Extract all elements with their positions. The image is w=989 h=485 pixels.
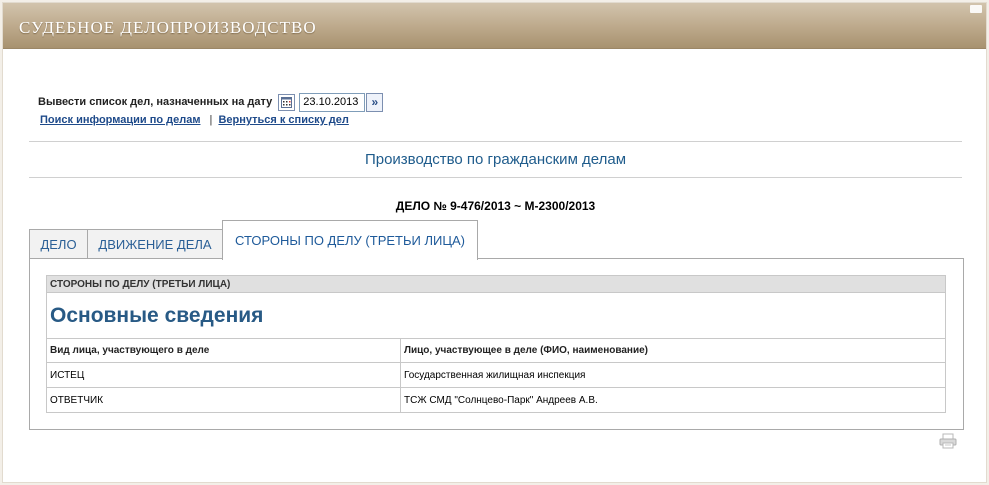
case-number: ДЕЛО № 9-476/2013 ~ М-2300/2013 xyxy=(395,199,596,213)
column-header-party-type: Вид лица, участвующего в деле xyxy=(46,338,401,363)
table-caption: СТОРОНЫ ПО ДЕЛУ (ТРЕТЬИ ЛИЦА) xyxy=(46,275,946,293)
nav-links: Поиск информации по делам | Вернуться к … xyxy=(40,114,349,126)
party-type-cell: ОТВЕТЧИК xyxy=(46,387,401,413)
back-to-list-link[interactable]: Вернуться к списку дел xyxy=(218,114,348,126)
page-frame: СУДЕБНОЕ ДЕЛОПРОИЗВОДСТВО Вывести список… xyxy=(2,2,987,483)
tab-case-movement-label: ДВИЖЕНИЕ ДЕЛА xyxy=(98,237,212,252)
tab-case-label: ДЕЛО xyxy=(40,237,77,252)
link-separator: | xyxy=(209,114,213,126)
double-chevron-right-icon: » xyxy=(371,95,379,109)
table-row: ИСТЕЦ Государственная жилищная инспекция xyxy=(46,362,946,388)
calendar-icon[interactable] xyxy=(278,93,296,111)
party-type-cell: ИСТЕЦ xyxy=(46,362,401,388)
divider-top xyxy=(29,141,962,142)
tab-parties-label: СТОРОНЫ ПО ДЕЛУ (ТРЕТЬИ ЛИЦА) xyxy=(235,233,465,248)
tab-case[interactable]: ДЕЛО xyxy=(29,229,88,259)
header-corner-decoration xyxy=(970,5,982,13)
search-cases-link[interactable]: Поиск информации по делам xyxy=(40,114,200,126)
divider-bottom xyxy=(29,177,962,178)
go-button[interactable]: » xyxy=(366,92,384,112)
table-row: ОТВЕТЧИК ТСЖ СМД "Солнцево-Парк" Андреев… xyxy=(46,387,946,413)
parties-panel: СТОРОНЫ ПО ДЕЛУ (ТРЕТЬИ ЛИЦА) Основные с… xyxy=(29,258,964,430)
main-info-heading: Основные сведения xyxy=(46,292,946,339)
party-name-cell: ТСЖ СМД "Солнцево-Парк" Андреев А.В. xyxy=(400,387,946,413)
date-filter-label: Вывести список дел, назначенных на дату xyxy=(38,96,273,108)
printer-icon[interactable] xyxy=(939,433,957,449)
tab-case-movement[interactable]: ДВИЖЕНИЕ ДЕЛА xyxy=(87,229,223,259)
date-filter-row: Вывести список дел, назначенных на дату … xyxy=(38,92,384,112)
column-header-party-name: Лицо, участвующее в деле (ФИО, наименова… xyxy=(400,338,946,363)
section-title: Производство по гражданским делам xyxy=(364,151,627,168)
parties-table: СТОРОНЫ ПО ДЕЛУ (ТРЕТЬИ ЛИЦА) Основные с… xyxy=(46,275,946,413)
party-name-cell: Государственная жилищная инспекция xyxy=(400,362,946,388)
date-input[interactable] xyxy=(299,92,366,112)
tab-parties[interactable]: СТОРОНЫ ПО ДЕЛУ (ТРЕТЬИ ЛИЦА) xyxy=(222,220,478,260)
app-header: СУДЕБНОЕ ДЕЛОПРОИЗВОДСТВО xyxy=(3,3,986,49)
app-title: СУДЕБНОЕ ДЕЛОПРОИЗВОДСТВО xyxy=(19,18,317,37)
